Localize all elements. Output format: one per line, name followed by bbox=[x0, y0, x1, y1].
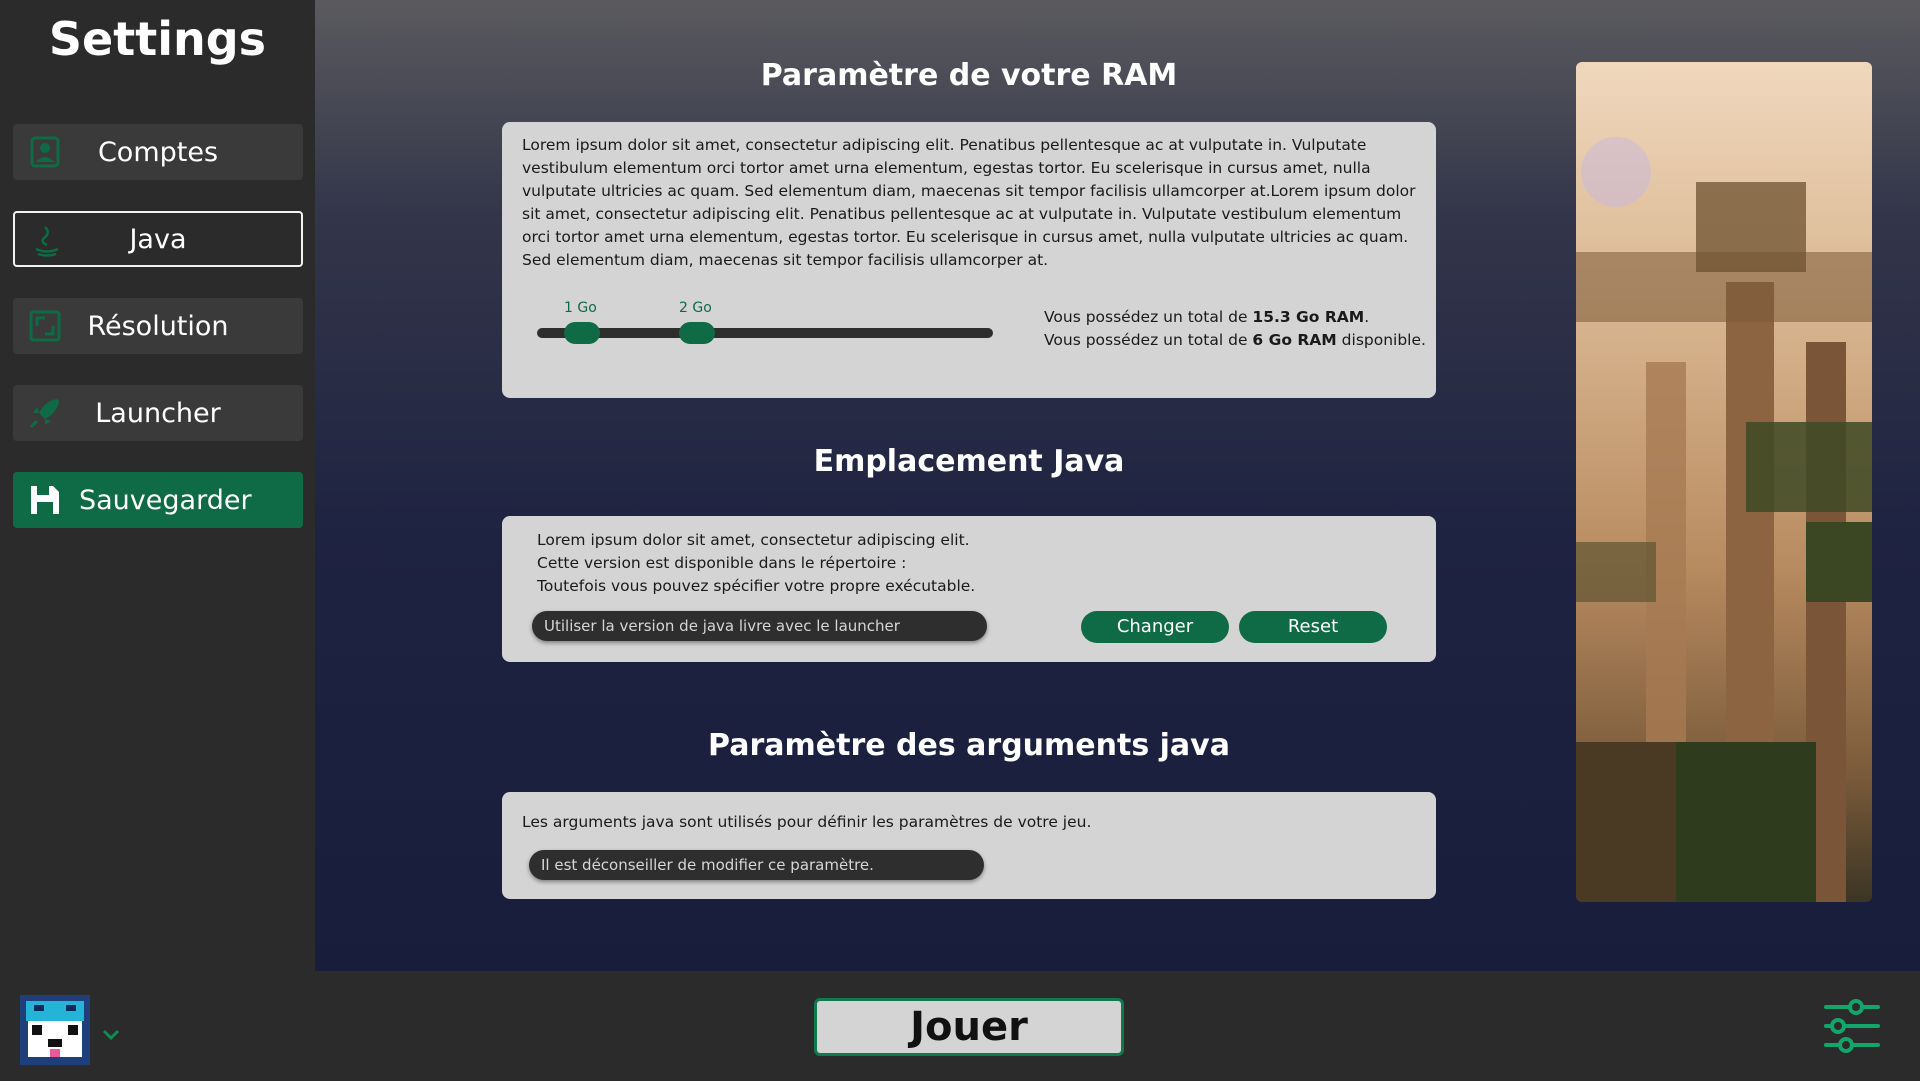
sidebar-item-launcher[interactable]: Launcher bbox=[13, 385, 303, 441]
rocket-icon bbox=[29, 399, 59, 429]
sidebar-item-resolution[interactable]: Résolution bbox=[13, 298, 303, 354]
ram-available-value: 6 Go RAM bbox=[1252, 331, 1337, 349]
sidebar-item-label: Comptes bbox=[97, 136, 219, 168]
java-card: Lorem ipsum dolor sit amet, consectetur … bbox=[502, 516, 1436, 662]
ram-max-label: 2 Go bbox=[679, 300, 712, 316]
sidebar-item-label: Java bbox=[129, 223, 187, 255]
sidebar-title: Settings bbox=[48, 12, 267, 66]
ram-section-title: Paramètre de votre RAM bbox=[760, 58, 1178, 93]
save-label: Sauvegarder bbox=[79, 484, 252, 516]
resolution-icon bbox=[29, 310, 61, 342]
ram-slider-track[interactable] bbox=[537, 328, 993, 338]
java-line-3: Toutefois vous pouvez spécifier votre pr… bbox=[537, 577, 976, 595]
ram-description: Lorem ipsum dolor sit amet, consectetur … bbox=[522, 136, 1416, 269]
chevron-down-icon[interactable] bbox=[102, 1029, 120, 1041]
background-image bbox=[1576, 62, 1872, 902]
args-description: Les arguments java sont utilisés pour dé… bbox=[522, 813, 1092, 831]
java-line-2: Cette version est disponible dans le rép… bbox=[537, 554, 907, 572]
ram-total-info: Vous possédez un total de 15.3 Go RAM. bbox=[1044, 308, 1370, 326]
ram-total-prefix: Vous possédez un total de bbox=[1044, 308, 1248, 326]
java-line-1: Lorem ipsum dolor sit amet, consectetur … bbox=[537, 531, 970, 549]
ram-available-suffix: disponible. bbox=[1341, 331, 1426, 349]
bottom-bar: Jouer bbox=[0, 971, 1920, 1081]
ram-min-thumb[interactable] bbox=[564, 322, 600, 344]
java-icon bbox=[35, 226, 59, 257]
save-icon bbox=[31, 486, 59, 514]
args-section-title: Paramètre des arguments java bbox=[708, 728, 1230, 763]
java-section-title: Emplacement Java bbox=[813, 444, 1125, 479]
ram-card: Lorem ipsum dolor sit amet, consectetur … bbox=[502, 122, 1436, 398]
sidebar-item-java[interactable]: Java bbox=[13, 211, 303, 267]
settings-sliders-icon[interactable] bbox=[1824, 999, 1880, 1053]
ram-available-info: Vous possédez un total de 6 Go RAM dispo… bbox=[1044, 331, 1426, 349]
avatar[interactable] bbox=[20, 995, 90, 1065]
save-button[interactable]: Sauvegarder bbox=[13, 472, 303, 528]
ram-total-value: 15.3 Go RAM bbox=[1252, 308, 1365, 326]
sidebar-item-comptes[interactable]: Comptes bbox=[13, 124, 303, 180]
account-icon bbox=[30, 136, 60, 168]
sidebar-item-label: Launcher bbox=[95, 397, 221, 429]
change-button[interactable]: Changer bbox=[1081, 611, 1229, 643]
reset-button[interactable]: Reset bbox=[1239, 611, 1387, 643]
play-button[interactable]: Jouer bbox=[814, 998, 1124, 1056]
ram-min-label: 1 Go bbox=[564, 300, 597, 316]
sidebar: Settings Comptes Java Résolution Launche… bbox=[0, 0, 315, 971]
java-path-input[interactable]: Utiliser la version de java livre avec l… bbox=[532, 611, 987, 641]
ram-max-thumb[interactable] bbox=[679, 322, 715, 344]
forest-illustration bbox=[1576, 137, 1872, 902]
ram-available-prefix: Vous possédez un total de bbox=[1044, 331, 1248, 349]
sidebar-item-label: Résolution bbox=[87, 310, 229, 342]
java-args-input[interactable]: Il est déconseiller de modifier ce param… bbox=[529, 850, 984, 880]
args-card: Les arguments java sont utilisés pour dé… bbox=[502, 792, 1436, 899]
